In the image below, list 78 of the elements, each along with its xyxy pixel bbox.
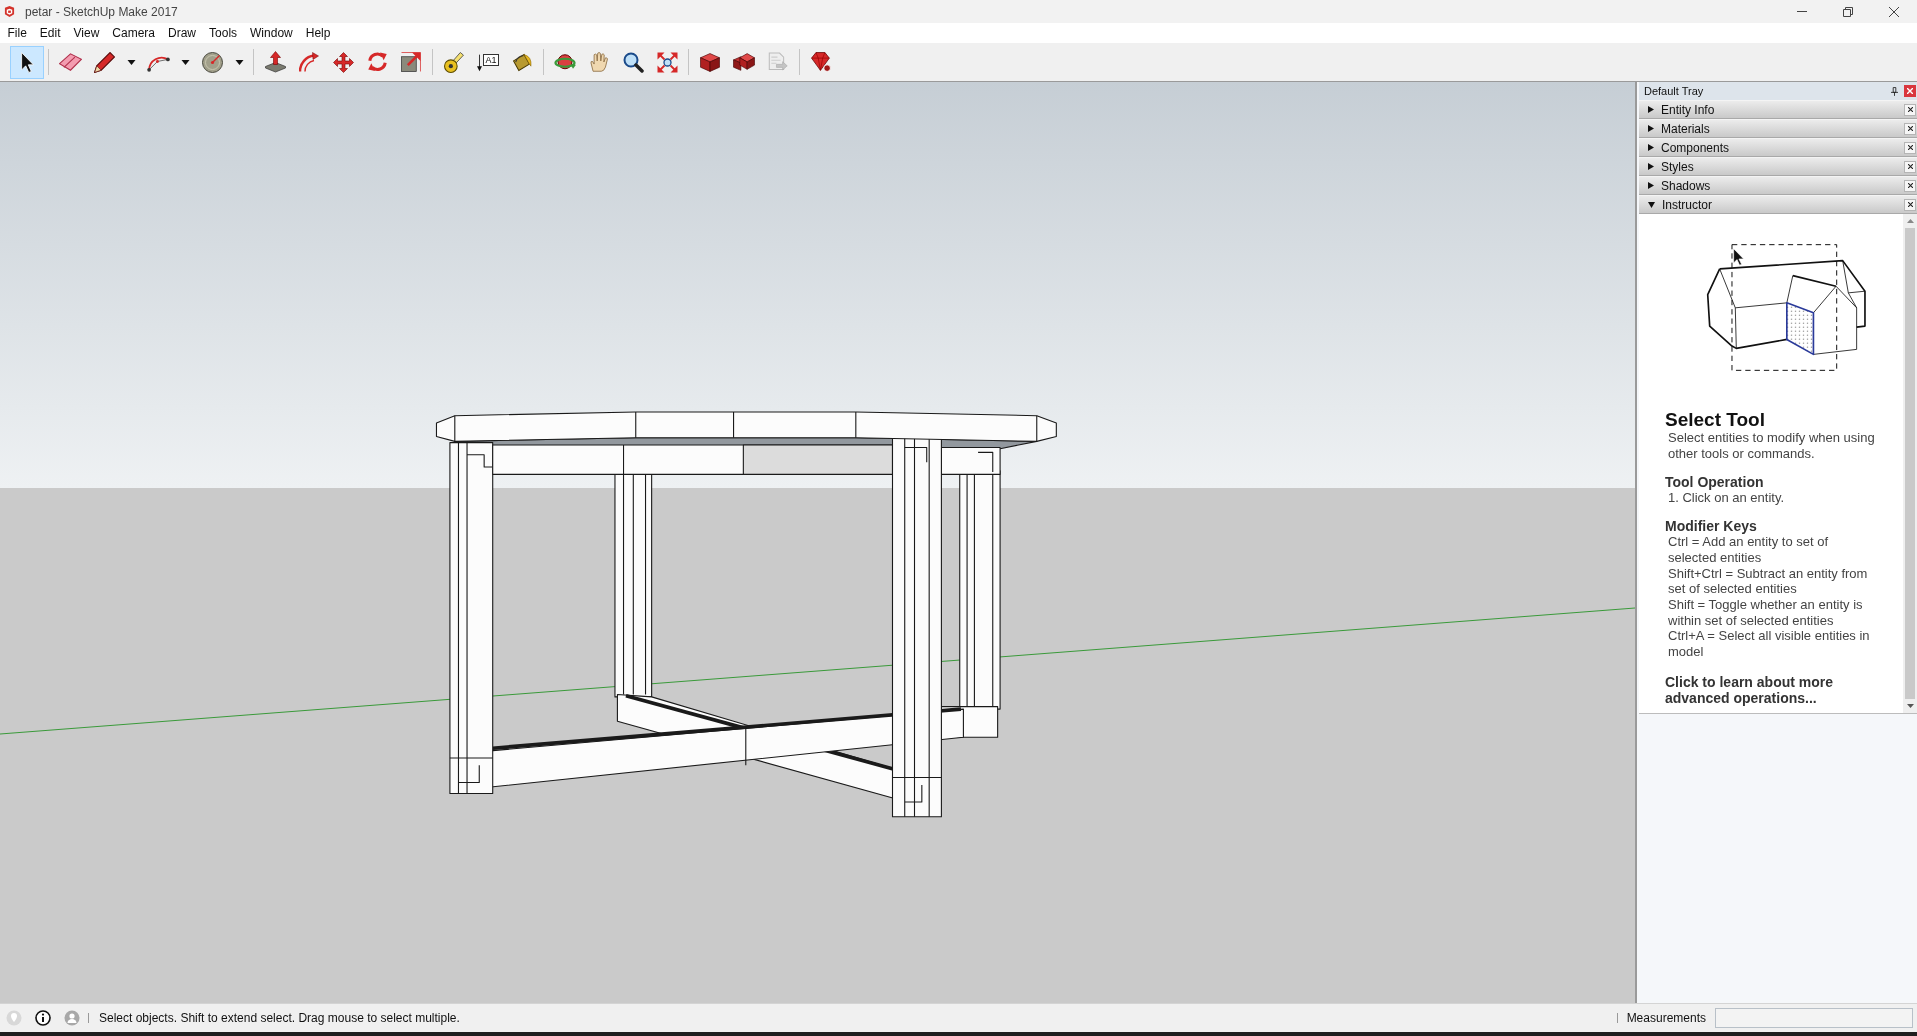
- scroll-up-icon: [1906, 219, 1914, 223]
- scroll-down-icon: [1906, 704, 1914, 708]
- menu-item[interactable]: Edit: [33, 23, 68, 43]
- four-way-arrow-icon: [332, 51, 354, 73]
- measurements-label: Measurements: [1626, 1011, 1706, 1025]
- pin-icon: [1890, 86, 1898, 96]
- measurements-field[interactable]: [1715, 1008, 1913, 1028]
- tray-title: Default Tray: [1644, 85, 1704, 97]
- menu-item[interactable]: View: [67, 23, 106, 43]
- arrow-cursor-icon: [20, 51, 34, 73]
- panel-header[interactable]: Materials: [1639, 119, 1917, 138]
- instruction-text: Ctrl+A = Select all visible entities in model: [1668, 628, 1871, 660]
- info-icon[interactable]: [35, 1010, 51, 1026]
- close-button[interactable]: [1904, 160, 1916, 173]
- leader-arrow-icon: [477, 53, 483, 72]
- scrollbar-thumb[interactable]: [1905, 228, 1915, 699]
- window-title: petar - SketchUp Make 2017: [25, 4, 178, 19]
- menu-item[interactable]: Draw: [161, 23, 203, 43]
- panel-header[interactable]: Entity Info: [1639, 100, 1917, 119]
- instruction-text: 1. Click on an entity.: [1668, 489, 1786, 506]
- section-heading: Modifier Keys: [1665, 518, 1757, 535]
- close-icon: [1889, 6, 1899, 17]
- caret-icon: [126, 59, 136, 65]
- rotate-arrows-icon: [366, 52, 388, 72]
- menu-item[interactable]: Tools: [202, 23, 244, 43]
- close-icon: [1907, 145, 1913, 150]
- select-button[interactable]: [10, 45, 44, 79]
- close-button[interactable]: [1904, 103, 1916, 116]
- scrollbar[interactable]: [1903, 214, 1917, 713]
- tool-title: Select Tool: [1665, 410, 1765, 430]
- close-button[interactable]: [1904, 141, 1916, 154]
- hand-icon: [590, 52, 608, 72]
- push-pull-icon: [264, 51, 286, 73]
- menu-item[interactable]: Camera: [105, 23, 162, 43]
- restore-icon: [1843, 6, 1853, 17]
- magnifier-icon: [622, 51, 644, 73]
- section-heading: Tool Operation: [1665, 473, 1764, 490]
- close-icon: [1907, 164, 1913, 169]
- minimize-icon: [1797, 11, 1807, 12]
- panel-header[interactable]: Components: [1639, 138, 1917, 157]
- curved-arrow-icon: [299, 51, 319, 73]
- instruction-text: Shift+Ctrl = Subtract an entity from set of selected entities: [1668, 565, 1869, 597]
- pencil-icon: [93, 51, 115, 73]
- tool-description: Select entities to modify when using other tools or commands.: [1668, 430, 1876, 462]
- tape-measure-icon: [444, 51, 464, 73]
- close-icon: [1907, 183, 1913, 188]
- scale-icon: [401, 52, 421, 72]
- eraser-icon: [58, 53, 82, 71]
- orbit-icon: [554, 54, 576, 70]
- caret-icon: [180, 59, 190, 65]
- app-logo-icon: [4, 6, 15, 17]
- instruction-text: Ctrl = Add an entity to set of selected entities: [1668, 534, 1830, 566]
- gem-icon: [811, 52, 831, 72]
- caret-icon: [234, 59, 244, 65]
- close-icon: [1907, 88, 1913, 94]
- close-icon: [1907, 107, 1913, 112]
- box-stack-icon: [733, 52, 755, 72]
- zoom-extents-icon: [656, 51, 678, 73]
- pin-button[interactable]: [1888, 84, 1900, 98]
- instruction-text: Shift = Toggle whether an entity is within set of selected entities: [1668, 596, 1864, 629]
- close-button[interactable]: [1904, 122, 1916, 135]
- status-message: Select objects. Shift to extend select. Drag mouse to select multiple.: [99, 1011, 460, 1025]
- paint-bucket-icon: [512, 52, 532, 72]
- panel-header[interactable]: Styles: [1639, 157, 1917, 176]
- panel-header[interactable]: Instructor: [1639, 195, 1917, 214]
- close-button[interactable]: [1904, 198, 1916, 211]
- close-button[interactable]: [1904, 179, 1916, 192]
- learn-more-link[interactable]: Click to learn about more advanced operations...: [1665, 673, 1877, 706]
- text-button[interactable]: A1: [471, 45, 505, 79]
- close-icon: [1907, 202, 1913, 207]
- panel-header[interactable]: Shadows: [1639, 176, 1917, 195]
- document-arrow-icon: [768, 52, 788, 72]
- close-icon: [1907, 126, 1913, 131]
- circle-icon: [201, 51, 223, 73]
- box-icon: [700, 52, 720, 72]
- menu-item[interactable]: File: [1, 23, 34, 43]
- menu-item[interactable]: Window: [243, 23, 300, 43]
- menu-item[interactable]: Help: [299, 23, 337, 43]
